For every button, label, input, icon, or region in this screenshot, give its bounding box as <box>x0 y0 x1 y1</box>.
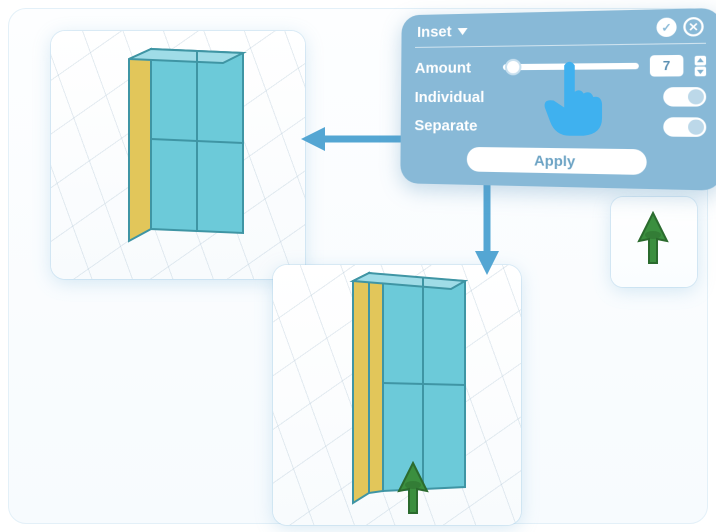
separate-label: Separate <box>414 117 492 135</box>
panel-header: Inset ✓ ✕ <box>415 15 706 48</box>
individual-row: Individual <box>415 87 707 107</box>
amount-slider[interactable] <box>503 63 639 70</box>
amount-value-field[interactable]: 7 <box>650 55 684 77</box>
separate-toggle[interactable] <box>663 117 706 137</box>
confirm-icon[interactable]: ✓ <box>656 17 676 37</box>
amount-row: Amount 7 <box>415 55 706 78</box>
close-icon[interactable]: ✕ <box>683 17 703 37</box>
chevron-down-icon <box>458 27 468 34</box>
amount-label: Amount <box>415 59 493 77</box>
mesh-box-merged <box>51 31 305 279</box>
individual-label: Individual <box>415 88 493 105</box>
individual-toggle[interactable] <box>663 87 706 107</box>
nav-cursor-icon <box>393 461 433 517</box>
arrow-to-separate <box>457 179 517 279</box>
separate-row: Separate <box>414 116 706 137</box>
thumbnail-inset-merged <box>51 31 305 279</box>
diagram-canvas: Inset ✓ ✕ Amount 7 Individual Separ <box>8 8 708 524</box>
thumbnail-nav-cursor <box>611 197 697 287</box>
slider-thumb[interactable] <box>505 59 522 76</box>
nav-cursor-icon <box>633 211 673 267</box>
panel-title-toggle[interactable]: Inset <box>417 22 468 40</box>
amount-step-down[interactable] <box>695 66 706 76</box>
apply-button[interactable]: Apply <box>467 147 647 175</box>
amount-step-up[interactable] <box>695 55 706 65</box>
amount-stepper <box>695 55 706 76</box>
panel-title-text: Inset <box>417 23 452 41</box>
inset-panel: Inset ✓ ✕ Amount 7 Individual Separ <box>400 8 716 191</box>
thumbnail-inset-separate <box>273 265 521 525</box>
